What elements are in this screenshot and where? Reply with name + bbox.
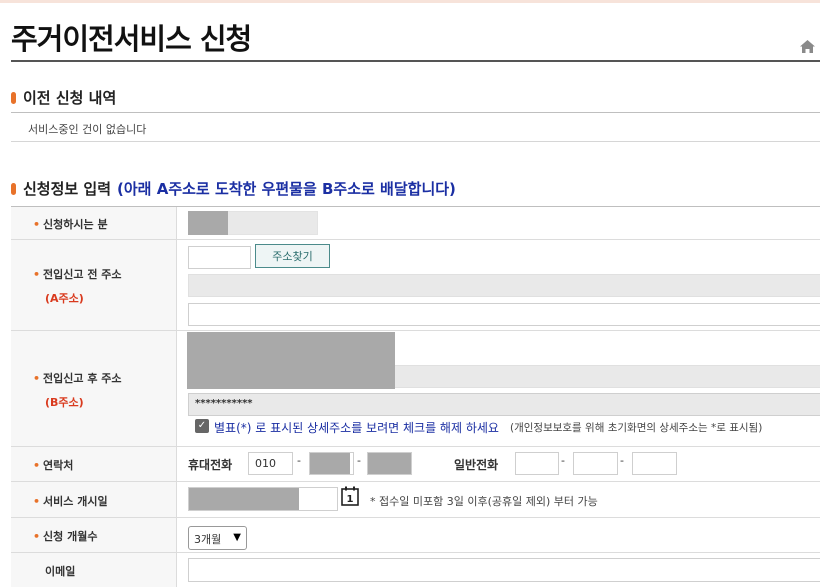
calendar-icon[interactable]: 1: [341, 486, 359, 506]
prev-requests-box: 서비스중인 건이 없습니다: [11, 112, 820, 142]
new-address-label: • 전입신고 후 주소: [33, 372, 122, 385]
form-section-subtitle: (아래 A주소로 도착한 우편물을 B주소로 배달합니다): [117, 180, 456, 198]
row-contact: • 연락처 휴대전화 010 - - 일반전화 - -: [11, 447, 820, 482]
masked-applicant-name: [188, 211, 228, 235]
landline-middle-input[interactable]: [573, 452, 618, 475]
months-label: • 신청 개월수: [33, 530, 98, 543]
dash: -: [561, 454, 565, 467]
show-detail-checkbox[interactable]: ✓: [195, 419, 209, 433]
find-address-button[interactable]: 주소찾기: [255, 244, 330, 268]
new-address-sublabel: (B주소): [45, 396, 84, 409]
mobile-middle-input[interactable]: [309, 452, 354, 475]
masked-mobile-middle: [310, 453, 350, 474]
bullet-icon: [11, 91, 16, 104]
months-select[interactable]: 3개월 ▼: [188, 526, 247, 550]
check-icon: ✓: [197, 420, 207, 431]
row-old-address: • 전입신고 전 주소 (A주소) 주소찾기: [11, 240, 820, 331]
old-address-detail-input[interactable]: [188, 303, 820, 326]
old-address-label: • 전입신고 전 주소: [33, 268, 122, 281]
bullet-icon: [11, 182, 16, 195]
dash: -: [357, 454, 361, 467]
application-form: • 신청하시는 분 • 전입신고 전 주소 (A주소) 주소찾기 • 전입신고 후 주…: [11, 206, 820, 587]
form-section-title: 신청정보 입력: [23, 180, 112, 198]
masked-detail-text: ***********: [195, 398, 253, 409]
old-zipcode-input[interactable]: [188, 246, 251, 269]
start-date-note: * 접수일 미포함 3일 이후(공휴일 제외) 부터 가능: [370, 495, 598, 508]
row-applicant: • 신청하시는 분: [11, 207, 820, 240]
prev-section-heading: 이전 신청 내역: [11, 87, 116, 108]
masked-start-date: [189, 488, 299, 510]
landline-last-input[interactable]: [632, 452, 677, 475]
masked-new-address: [187, 332, 395, 389]
start-date-label: • 서비스 개시일: [33, 495, 108, 508]
masked-mobile-last: [368, 453, 411, 474]
page-title: 주거이전서비스 신청: [11, 22, 252, 56]
title-rule: [11, 60, 820, 62]
landline-label: 일반전화: [454, 458, 499, 472]
row-months: • 신청 개월수 3개월 ▼: [11, 518, 820, 553]
contact-label: • 연락처: [33, 459, 74, 472]
top-stripe: [0, 0, 820, 3]
dash: -: [620, 454, 624, 467]
mobile-last-input[interactable]: [367, 452, 412, 475]
email-label: 이메일: [45, 565, 76, 578]
dash: -: [297, 454, 301, 467]
calendar-day: 1: [347, 494, 354, 505]
chevron-down-icon: ▼: [233, 532, 241, 543]
email-input[interactable]: [188, 558, 820, 582]
mobile-label: 휴대전화: [188, 458, 233, 472]
mobile-prefix-input[interactable]: 010: [248, 452, 293, 475]
applicant-label: • 신청하시는 분: [33, 218, 108, 231]
checkbox-label[interactable]: 별표(*) 로 표시된 상세주소를 보려면 체크를 해제 하세요: [214, 419, 499, 436]
old-address-sublabel: (A주소): [45, 292, 84, 305]
start-date-input[interactable]: [188, 487, 338, 511]
row-new-address: • 전입신고 후 주소 (B주소) *********** ✓ 별표(*) 로 표…: [11, 331, 820, 447]
prev-section-title: 이전 신청 내역: [23, 89, 117, 107]
row-start-date: • 서비스 개시일 1 * 접수일 미포함 3일 이후(공휴일 제외) 부터 가능: [11, 482, 820, 518]
form-section-heading: 신청정보 입력 (아래 A주소로 도착한 우편물을 B주소로 배달합니다): [11, 178, 456, 199]
old-address-road-field: [188, 274, 820, 297]
new-address-detail-input[interactable]: ***********: [188, 393, 820, 416]
months-selected: 3개월: [194, 533, 222, 546]
empty-message: 서비스중인 건이 없습니다: [28, 123, 147, 136]
home-icon[interactable]: [800, 40, 815, 53]
landline-area-input[interactable]: [515, 452, 559, 475]
checkbox-note: (개인정보보호를 위해 초기화면의 상세주소는 *로 표시됨): [510, 422, 763, 434]
row-email: 이메일: [11, 553, 820, 587]
